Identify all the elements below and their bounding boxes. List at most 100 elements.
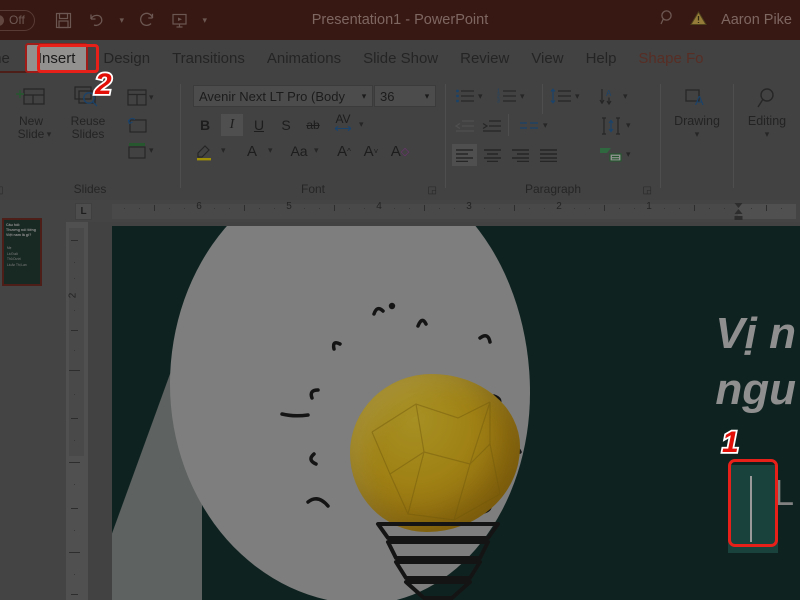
character-spacing-button[interactable]: AV	[329, 112, 357, 134]
drawing-chevron-down-icon[interactable]: ▾	[695, 130, 700, 139]
convert-to-smartart-button[interactable]	[598, 142, 624, 166]
text-highlight-color-button[interactable]	[194, 140, 216, 162]
svg-text:A: A	[606, 89, 612, 98]
bullets-button[interactable]	[454, 86, 476, 106]
undo-icon[interactable]	[82, 6, 112, 34]
bullets-chevron-down-icon[interactable]: ▾	[478, 92, 483, 101]
smartart-chevron-down-icon[interactable]: ▾	[626, 150, 631, 159]
decrease-font-size-label: A	[364, 143, 374, 160]
bold-button[interactable]: B	[194, 114, 216, 136]
warning-triangle-icon[interactable]	[690, 10, 707, 30]
numbering-chevron-down-icon[interactable]: ▾	[520, 92, 525, 101]
autosave-toggle[interactable]: Off	[0, 10, 35, 31]
new-slide-button[interactable]: New Slide ▾	[8, 84, 54, 139]
align-text-chevron-down-icon[interactable]: ▾	[626, 121, 631, 130]
change-case-chevron-down-icon[interactable]: ▾	[314, 146, 319, 155]
align-text-button[interactable]	[598, 114, 624, 138]
tab-review[interactable]: Review	[449, 40, 520, 76]
paragraph-dialog-launcher[interactable]: ◲	[643, 185, 652, 196]
ribbon-group-editing: Editing ▾	[734, 76, 800, 200]
slide-title-text[interactable]: Vị n ngu	[715, 306, 796, 418]
tab-home[interactable]: me	[0, 40, 21, 76]
undo-dropdown-chevron-icon[interactable]: ▾	[115, 6, 129, 34]
ribbon-group-slides: New Slide ▾ Reuse Slides	[0, 76, 180, 200]
horizontal-ruler[interactable]: L 6 5 4 3 2 1	[66, 200, 800, 222]
text-cursor-caret	[750, 476, 752, 542]
text-shadow-button[interactable]: S	[275, 114, 297, 136]
ruler-number: 5	[286, 201, 292, 212]
editing-label: Editing	[748, 115, 786, 128]
editing-button[interactable]: Editing ▾	[744, 86, 790, 139]
autosave-toggle-knob	[0, 15, 4, 26]
line-spacing-button[interactable]	[550, 86, 572, 106]
indent-marker-icon[interactable]	[734, 202, 743, 221]
add-remove-columns-button[interactable]	[518, 116, 540, 136]
tab-transitions[interactable]: Transitions	[161, 40, 256, 76]
increase-indent-button[interactable]	[481, 116, 503, 136]
section-button[interactable]	[126, 139, 148, 161]
decrease-indent-button[interactable]	[454, 116, 476, 136]
slides-dialog-launcher[interactable]: ◰	[0, 185, 3, 196]
italic-button[interactable]: I	[221, 114, 243, 136]
editing-chevron-down-icon[interactable]: ▾	[765, 130, 770, 139]
font-name-chevron-down-icon[interactable]: ▾	[356, 91, 372, 102]
font-name-value: Avenir Next LT Pro (Body	[194, 89, 356, 104]
reset-slide-button[interactable]	[126, 113, 148, 135]
new-slide-chevron-down-icon[interactable]: ▾	[47, 130, 52, 139]
search-icon[interactable]	[659, 9, 676, 31]
ruler-number: 3	[466, 201, 472, 212]
font-color-chevron-down-icon[interactable]: ▾	[268, 146, 273, 155]
font-name-combobox[interactable]: Avenir Next LT Pro (Body ▾	[193, 85, 373, 107]
ruler-number: 6	[196, 201, 202, 212]
tab-view[interactable]: View	[520, 40, 574, 76]
slide-layout-chevron-down-icon[interactable]: ▾	[149, 93, 154, 102]
save-icon[interactable]	[49, 6, 79, 34]
text-highlight-chevron-down-icon[interactable]: ▾	[221, 146, 226, 155]
slide-editing-surface[interactable]: Vị n ngu L	[112, 226, 800, 600]
customize-quick-access-chevron-icon[interactable]: ▾	[198, 6, 212, 34]
increase-font-size-button[interactable]: A^	[333, 140, 355, 162]
text-direction-chevron-down-icon[interactable]: ▾	[623, 92, 628, 101]
ribbon-group-drawing: A Drawing ▾	[661, 76, 733, 200]
ribbon: New Slide ▾ Reuse Slides	[0, 76, 800, 200]
user-name-label[interactable]: Aaron Pike	[721, 12, 792, 28]
start-presentation-icon[interactable]	[165, 6, 195, 34]
align-center-button[interactable]	[480, 144, 505, 166]
font-dialog-launcher[interactable]: ◲	[428, 185, 437, 196]
font-size-value: 36	[375, 89, 419, 104]
text-box-selection[interactable]	[728, 465, 778, 553]
tab-shape-format[interactable]: Shape Fo	[627, 40, 714, 76]
redo-icon[interactable]	[132, 6, 162, 34]
drawing-button[interactable]: A Drawing ▾	[674, 86, 720, 139]
slide-title-line-2: ngu	[715, 362, 796, 418]
font-size-combobox[interactable]: 36 ▾	[374, 85, 436, 107]
slide-canvas-area[interactable]: Vị n ngu L	[88, 222, 800, 600]
numbering-button[interactable]: 1 2 3	[496, 86, 518, 106]
strikethrough-button[interactable]: ab	[302, 114, 324, 136]
text-direction-button[interactable]: A	[598, 86, 620, 106]
line-spacing-chevron-down-icon[interactable]: ▾	[575, 92, 580, 101]
tab-help[interactable]: Help	[575, 40, 628, 76]
justify-button[interactable]	[536, 144, 561, 166]
left-tab-stop-icon[interactable]: L	[75, 203, 92, 220]
crumpled-yellow-paper-lightbulb-image[interactable]	[350, 374, 520, 532]
character-spacing-chevron-down-icon[interactable]: ▾	[359, 120, 364, 129]
vertical-ruler[interactable]: 2	[66, 222, 88, 600]
columns-chevron-down-icon[interactable]: ▾	[543, 121, 548, 130]
slide-layout-button[interactable]	[126, 86, 148, 108]
underline-button[interactable]: U	[248, 114, 270, 136]
decrease-font-size-button[interactable]: A˅	[360, 140, 382, 162]
tab-animations[interactable]: Animations	[256, 40, 352, 76]
align-left-button[interactable]	[452, 144, 477, 166]
slide-thumbnail-panel[interactable]: Câu hỏi: Thương nói tiếng Việt nam là gì…	[0, 200, 66, 600]
tab-slide-show[interactable]: Slide Show	[352, 40, 449, 76]
tab-insert[interactable]: Insert	[25, 43, 89, 73]
align-right-button[interactable]	[508, 144, 533, 166]
font-color-button[interactable]: A	[241, 140, 263, 162]
change-case-button[interactable]: Aa	[285, 140, 313, 162]
title-bar-right-controls: Aaron Pike	[659, 0, 792, 40]
clear-formatting-button[interactable]: A◇	[389, 140, 411, 162]
section-chevron-down-icon[interactable]: ▾	[149, 146, 154, 155]
font-size-chevron-down-icon[interactable]: ▾	[419, 91, 435, 102]
slide-thumbnail-1[interactable]: Câu hỏi: Thương nói tiếng Việt nam là gì…	[2, 218, 42, 286]
